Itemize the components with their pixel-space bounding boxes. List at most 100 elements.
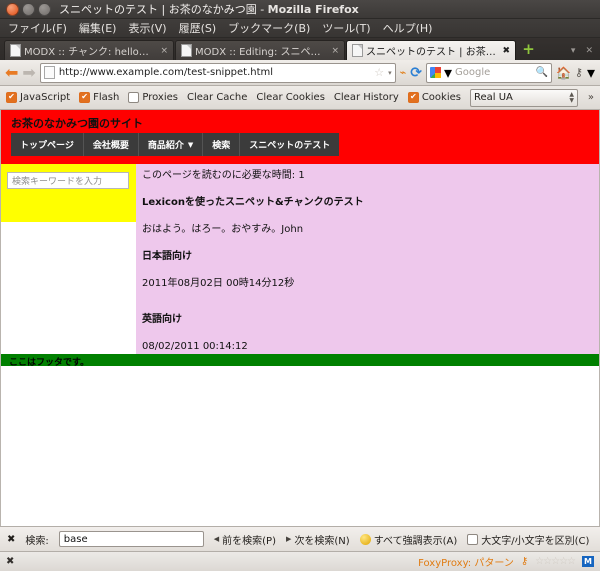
list-all-tabs-icon[interactable]: ▾ — [571, 46, 576, 56]
new-tab-button[interactable]: + — [520, 41, 537, 58]
clear-history-button[interactable]: Clear History — [334, 92, 399, 103]
bookmark-star-icon[interactable]: ☆ — [374, 66, 384, 79]
nav-item-label: 商品紹介 — [147, 141, 184, 151]
window-maximize-button[interactable] — [38, 2, 51, 16]
nav-item-search[interactable]: 検索 — [203, 133, 241, 156]
nav-item-label: 会社概要 — [92, 141, 129, 151]
close-window-icon[interactable]: ✕ — [585, 46, 593, 56]
find-next-button[interactable]: ▶ 次を検索(N) — [286, 532, 350, 547]
reload-icon[interactable]: ⟳ — [410, 65, 422, 81]
url-bar[interactable]: http://www.example.com/test-snippet.html… — [39, 62, 396, 83]
find-previous-label: 前を検索(P) — [222, 535, 276, 547]
menu-item-tools[interactable]: ツール(T) — [322, 20, 370, 36]
site-title: お茶のなかみつ園のサイト — [11, 117, 143, 130]
tab-label: MODX :: Editing: スニペット... — [195, 47, 327, 58]
devbar-overflow-icon[interactable]: » — [588, 92, 594, 103]
tab-modx-editing[interactable]: MODX :: Editing: スニペット... × — [175, 40, 345, 60]
browser-window: スニペットのテスト | お茶のなかみつ園 - Mozilla Firefox フ… — [0, 0, 600, 571]
tab-snippet-test[interactable]: スニペットのテスト | お茶のな... ✖ — [346, 40, 516, 60]
extension-badge-icon[interactable]: M — [582, 556, 594, 567]
find-input[interactable]: base — [58, 531, 204, 547]
window-title-separator: - — [256, 3, 268, 16]
window-title: スニペットのテスト | お茶のなかみつ園 - Mozilla Firefox — [59, 1, 359, 17]
window-minimize-button[interactable] — [22, 2, 35, 16]
page-favicon-icon — [10, 44, 21, 57]
toggle-cookies[interactable]: Cookies — [407, 91, 461, 103]
nav-item-label: 検索 — [212, 141, 231, 151]
clear-cache-button[interactable]: Clear Cache — [187, 92, 247, 103]
navigation-toolbar: ⬅ ➡ http://www.example.com/test-snippet.… — [0, 60, 600, 86]
url-text: http://www.example.com/test-snippet.html — [58, 67, 274, 78]
checkbox-icon[interactable] — [407, 91, 419, 103]
extension-icon[interactable]: ⚷ — [575, 67, 583, 78]
search-bar[interactable]: ▾ Google 🔍 — [425, 62, 552, 83]
menu-bar: ファイル(F) 編集(E) 表示(V) 履歴(S) ブックマーク(B) ツール(… — [0, 19, 600, 38]
japanese-date-label: 日本語向け — [142, 251, 192, 262]
nav-item-products[interactable]: 商品紹介 ▼ — [139, 133, 204, 156]
rss-feed-icon[interactable]: ⌁ — [400, 67, 407, 78]
nav-item-company[interactable]: 会社概要 — [84, 133, 139, 156]
nav-item-snippet-test[interactable]: スニペットのテスト — [240, 133, 339, 156]
menu-item-file[interactable]: ファイル(F) — [8, 20, 67, 36]
toggle-proxies-label: Proxies — [142, 92, 178, 103]
checkbox-icon[interactable] — [79, 91, 91, 103]
forward-icon[interactable]: ➡ — [22, 64, 35, 81]
match-case-label: 大文字/小文字を区別(C) — [481, 535, 590, 547]
tab-label: スニペットのテスト | お茶のな... — [366, 47, 497, 58]
tab-close-icon[interactable]: × — [160, 46, 168, 56]
find-previous-button[interactable]: ◀ 前を検索(P) — [214, 532, 276, 547]
page-body: 検索キーワードを入力 このページを読むのに必要な時間: 1 Lexiconを使っ… — [1, 164, 599, 354]
page-favicon-icon — [352, 44, 363, 57]
home-icon[interactable]: 🏠 — [556, 66, 571, 80]
web-developer-toolbar: JavaScript Flash Proxies Clear Cache Cle… — [0, 86, 600, 110]
tab-close-icon[interactable]: ✖ — [502, 46, 510, 56]
menu-item-edit[interactable]: 編集(E) — [79, 20, 117, 36]
tab-close-icon[interactable]: × — [331, 46, 339, 56]
highlight-all-button[interactable]: すべて強調表示(A) — [359, 532, 457, 547]
chevron-down-icon: ▼ — [187, 140, 194, 149]
status-close-icon[interactable]: ✖ — [6, 556, 14, 567]
chevron-down-icon[interactable]: ▾ — [388, 69, 392, 77]
match-case-checkbox[interactable]: 大文字/小文字を区別(C) — [467, 532, 589, 547]
find-bar: ✖ 検索: base ◀ 前を検索(P) ▶ 次を検索(N) すべて強調表示(A… — [0, 526, 600, 551]
user-agent-value: Real UA — [473, 92, 513, 103]
window-close-button[interactable] — [6, 2, 19, 16]
japanese-date-value: 2011年08月02日 00時14分12秒 — [142, 278, 295, 289]
foxyproxy-status[interactable]: FoxyProxy: パターン — [418, 554, 514, 569]
checkbox-icon[interactable] — [128, 92, 140, 103]
toolbar-overflow-icon[interactable]: ▾ — [587, 63, 595, 82]
menu-item-help[interactable]: ヘルプ(H) — [383, 20, 433, 36]
title-bar: スニペットのテスト | お茶のなかみつ園 - Mozilla Firefox — [0, 0, 600, 19]
menu-item-bookmarks[interactable]: ブックマーク(B) — [228, 20, 310, 36]
clear-cookies-button[interactable]: Clear Cookies — [256, 92, 324, 103]
rss-feed-icon[interactable]: ⚷ — [521, 556, 528, 567]
nav-item-label: トップページ — [20, 141, 74, 151]
read-time-text: このページを読むのに必要な時間: 1 — [142, 170, 305, 181]
toggle-flash[interactable]: Flash — [79, 91, 119, 103]
find-close-icon[interactable]: ✖ — [7, 534, 15, 545]
find-next-label: 次を検索(N) — [294, 535, 350, 547]
menu-item-view[interactable]: 表示(V) — [128, 20, 166, 36]
site-identity-icon — [43, 66, 55, 79]
page-viewport: お茶のなかみつ園のサイト トップページ 会社概要 商品紹介 ▼ 検索 スニペット… — [0, 110, 600, 526]
rating-stars-icon[interactable]: ☆☆☆☆☆ — [535, 556, 576, 567]
sidebar-search-input[interactable]: 検索キーワードを入力 — [7, 172, 129, 189]
toggle-javascript[interactable]: JavaScript — [6, 91, 70, 103]
site-header: お茶のなかみつ園のサイト トップページ 会社概要 商品紹介 ▼ 検索 スニペット… — [1, 110, 599, 164]
search-placeholder: Google — [454, 67, 491, 78]
menu-item-history[interactable]: 履歴(S) — [179, 20, 217, 36]
checkbox-icon[interactable] — [6, 91, 17, 103]
spinner-icon[interactable]: ▲ ▼ — [569, 91, 574, 104]
search-icon[interactable]: 🔍 — [536, 67, 548, 78]
checkbox-icon[interactable] — [467, 533, 479, 545]
chevron-down-icon[interactable]: ▾ — [444, 63, 452, 82]
toggle-proxies[interactable]: Proxies — [128, 92, 178, 103]
tab-modx-chunk[interactable]: MODX :: チャンク: helloworld × — [4, 40, 174, 60]
user-agent-select[interactable]: Real UA ▲ ▼ — [469, 88, 578, 107]
back-icon[interactable]: ⬅ — [5, 64, 18, 81]
page-favicon-icon — [181, 44, 192, 57]
site-navigation: トップページ 会社概要 商品紹介 ▼ 検索 スニペットのテスト — [11, 133, 340, 156]
nav-item-top[interactable]: トップページ — [11, 133, 84, 156]
triangle-right-icon: ▶ — [286, 535, 292, 543]
